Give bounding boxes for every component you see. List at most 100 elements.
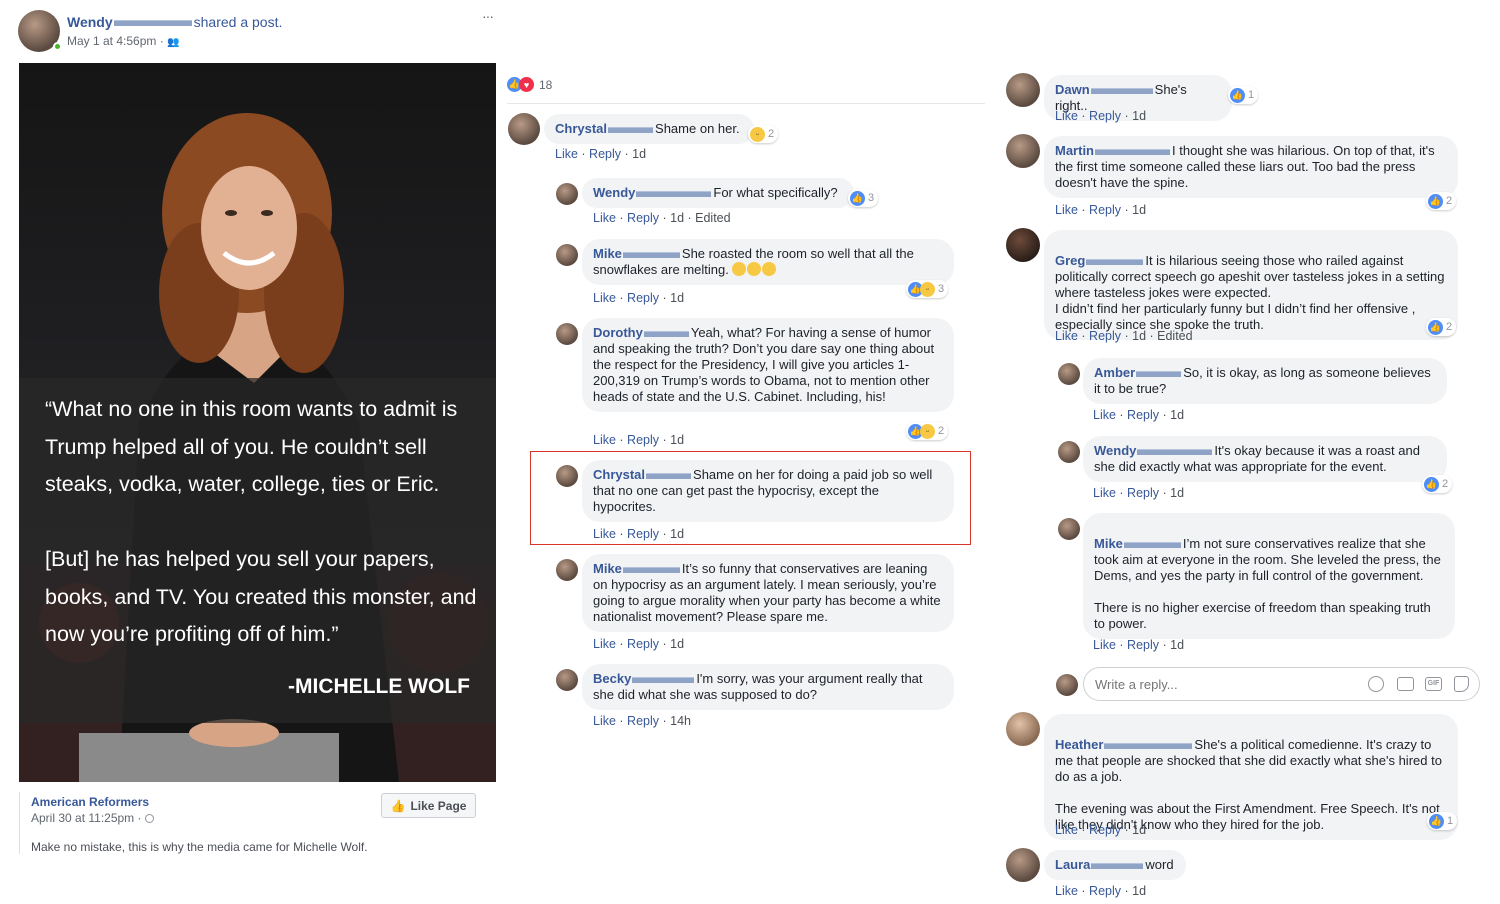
comment-reactions[interactable]: 👍 3 <box>848 189 879 207</box>
reply-link[interactable]: Reply <box>627 211 659 225</box>
like-link[interactable]: Like <box>1055 329 1078 343</box>
reply-link[interactable]: Reply <box>627 637 659 651</box>
sticker-icon[interactable] <box>1454 676 1469 692</box>
comment-reactions[interactable]: 👍 1 <box>1228 86 1259 104</box>
comment-time: 1d <box>670 433 685 447</box>
reply-link[interactable]: Reply <box>1089 329 1121 343</box>
commenter-name[interactable]: Amber <box>1094 365 1135 380</box>
commenter-name[interactable]: Greg <box>1055 253 1085 268</box>
post-header: Wendy shared a post. <box>67 14 282 30</box>
page-post-time[interactable]: April 30 at 11:25pm · <box>31 811 154 825</box>
reply-link[interactable]: Reply <box>1127 408 1159 422</box>
comment-reactions[interactable]: 👍 ᵕ 3 <box>906 280 949 298</box>
commenter-avatar[interactable] <box>556 183 578 205</box>
like-link[interactable]: Like <box>555 147 578 161</box>
like-link[interactable]: Like <box>593 211 616 225</box>
like-reaction-icon: 👍 <box>1429 813 1444 829</box>
commenter-avatar[interactable] <box>1006 73 1040 107</box>
comment-actions: Like · Reply · 1d <box>1093 638 1185 652</box>
commenter-name[interactable]: Becky <box>593 671 631 686</box>
commenter-avatar[interactable] <box>1006 712 1040 746</box>
like-page-button[interactable]: 👍 Like Page <box>381 793 476 818</box>
like-link[interactable]: Like <box>1093 408 1116 422</box>
commenter-name[interactable]: Chrystal <box>555 121 607 136</box>
commenter-avatar[interactable] <box>1006 228 1040 262</box>
like-link[interactable]: Like <box>1055 884 1078 898</box>
reply-text-field[interactable] <box>1095 675 1345 693</box>
commenter-name[interactable]: Chrystal <box>593 467 645 482</box>
commenter-avatar[interactable] <box>556 559 578 581</box>
reply-link[interactable]: Reply <box>1089 203 1121 217</box>
comment-reactions[interactable]: 👍 2 <box>1422 475 1453 493</box>
comment-reactions[interactable]: 👍 ᵕ 2 <box>906 422 949 440</box>
commenter-name[interactable]: Wendy <box>593 185 635 200</box>
comment-time: 1d <box>670 291 685 305</box>
commenter-name[interactable]: Dorothy <box>593 325 643 340</box>
commenter-avatar[interactable] <box>556 669 578 691</box>
comment-time: 1d <box>1170 638 1185 652</box>
post-reactions[interactable]: 👍 ♥ 18 <box>507 77 552 92</box>
commenter-name[interactable]: Mike <box>1094 536 1123 551</box>
comment-text: It is hilarious seeing those who railed … <box>1055 253 1445 332</box>
commenter-name[interactable]: Mike <box>593 561 622 576</box>
reply-link[interactable]: Reply <box>627 714 659 728</box>
reply-link[interactable]: Reply <box>1089 109 1121 123</box>
like-link[interactable]: Like <box>1093 638 1116 652</box>
reaction-count: 1 <box>1248 89 1255 101</box>
commenter-avatar[interactable] <box>1058 518 1080 540</box>
comment-reactions[interactable]: 👍 2 <box>1426 192 1457 210</box>
reply-link[interactable]: Reply <box>1127 486 1159 500</box>
comment-time: 1d <box>1170 408 1185 422</box>
reaction-count: 18 <box>539 77 553 92</box>
page-time: April 30 at 11:25pm · <box>31 811 145 825</box>
shared-image[interactable]: “What no one in this room wants to admit… <box>19 63 496 782</box>
commenter-avatar[interactable] <box>1058 441 1080 463</box>
comment-reactions[interactable]: 👍 2 <box>1426 318 1457 336</box>
commenter-avatar[interactable] <box>1006 848 1040 882</box>
comment: Wendy It's okay because it was a roast an… <box>1083 436 1447 482</box>
reply-input[interactable]: GIF <box>1083 667 1480 701</box>
page-name-link[interactable]: American Reformers <box>31 795 149 809</box>
reply-link[interactable]: Reply <box>589 147 621 161</box>
reply-link[interactable]: Reply <box>627 527 659 541</box>
like-link[interactable]: Like <box>593 433 616 447</box>
reply-link[interactable]: Reply <box>1089 823 1121 837</box>
more-options-icon[interactable]: ··· <box>482 8 494 24</box>
like-link[interactable]: Like <box>593 527 616 541</box>
commenter-name[interactable]: Wendy <box>1094 443 1136 458</box>
comment-actions: Like · Reply · 1d · Edited <box>1055 329 1193 343</box>
reply-link[interactable]: Reply <box>627 433 659 447</box>
commenter-avatar[interactable] <box>1006 134 1040 168</box>
post-timestamp[interactable]: May 1 at 4:56pm · 👥 <box>67 34 180 48</box>
haha-reaction-icon: ᵕ <box>750 126 765 142</box>
gif-icon[interactable]: GIF <box>1425 677 1442 691</box>
camera-icon[interactable] <box>1397 677 1414 691</box>
like-link[interactable]: Like <box>593 291 616 305</box>
like-link[interactable]: Like <box>1055 109 1078 123</box>
commenter-name[interactable]: Martin <box>1055 143 1094 158</box>
commenter-avatar[interactable] <box>508 113 540 145</box>
commenter-name[interactable]: Dawn <box>1055 82 1090 97</box>
commenter-name[interactable]: Heather <box>1055 737 1103 752</box>
like-link[interactable]: Like <box>1093 486 1116 500</box>
commenter-name[interactable]: Mike <box>593 246 622 261</box>
reply-link[interactable]: Reply <box>627 291 659 305</box>
like-reaction-icon: 👍 <box>850 190 865 206</box>
current-user-avatar <box>1056 674 1078 696</box>
like-link[interactable]: Like <box>593 714 616 728</box>
like-link[interactable]: Like <box>593 637 616 651</box>
commenter-avatar[interactable] <box>556 323 578 345</box>
commenter-avatar[interactable] <box>556 244 578 266</box>
comment-reactions[interactable]: ᵕ2 <box>748 125 779 143</box>
commenter-avatar[interactable] <box>1058 363 1080 385</box>
reply-link[interactable]: Reply <box>1127 638 1159 652</box>
emoji-icon[interactable] <box>1368 676 1384 692</box>
like-link[interactable]: Like <box>1055 203 1078 217</box>
reply-link[interactable]: Reply <box>1089 884 1121 898</box>
comment-reactions[interactable]: 👍 1 <box>1427 812 1458 830</box>
comment-text: I’m not sure conservatives realize that … <box>1094 536 1441 631</box>
commenter-avatar[interactable] <box>556 465 578 487</box>
post-author-name[interactable]: Wendy <box>67 14 113 30</box>
like-link[interactable]: Like <box>1055 823 1078 837</box>
commenter-name[interactable]: Laura <box>1055 857 1090 872</box>
